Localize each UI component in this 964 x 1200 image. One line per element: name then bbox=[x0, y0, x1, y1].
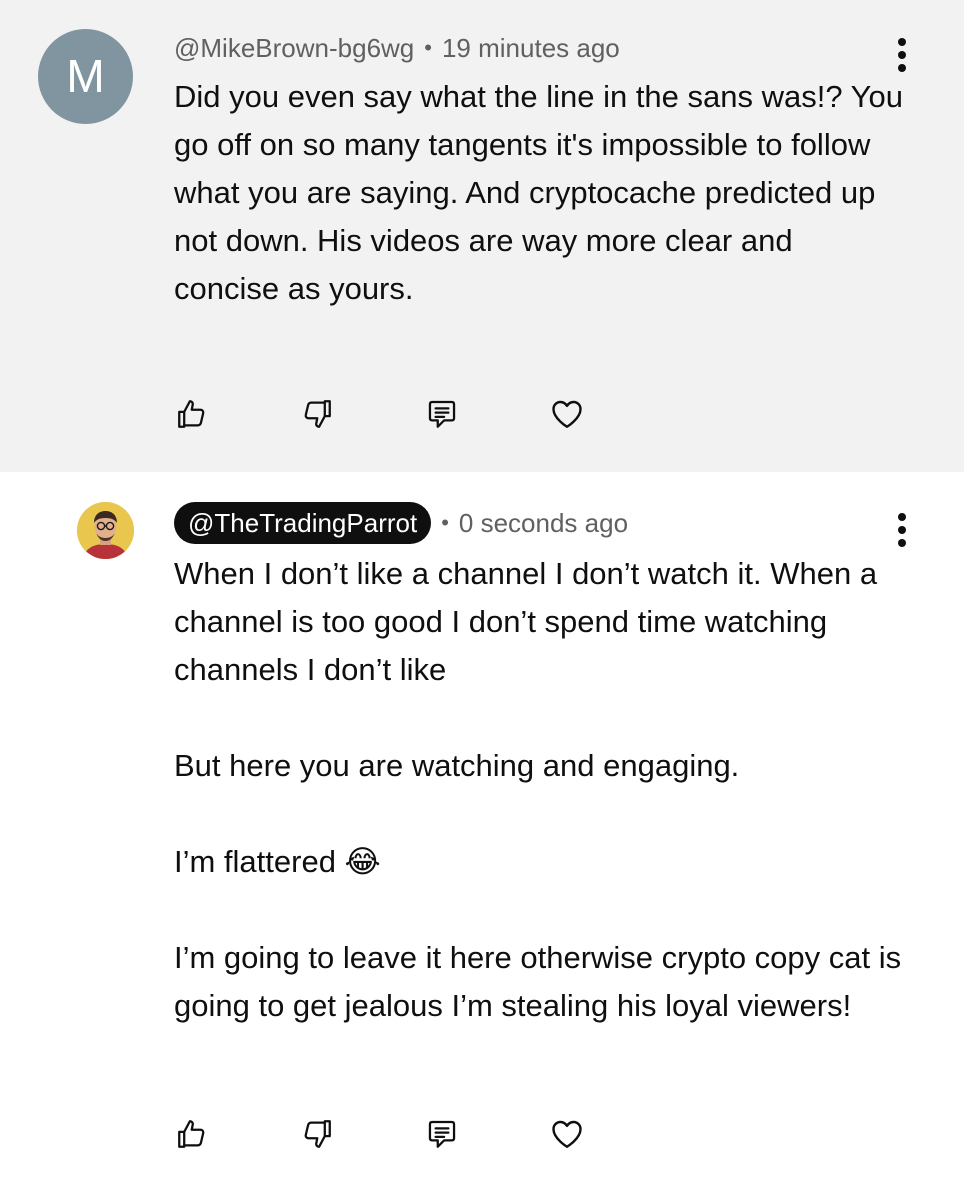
author-handle[interactable]: @MikeBrown-bg6wg bbox=[174, 33, 414, 64]
thumbs-up-icon[interactable] bbox=[174, 396, 210, 432]
reply-icon[interactable] bbox=[424, 1116, 460, 1152]
comment-text: Did you even say what the line in the sa… bbox=[174, 73, 904, 313]
comment-actions bbox=[174, 396, 674, 432]
meta-separator: • bbox=[424, 35, 432, 60]
creator-author-handle[interactable]: @TheTradingParrot bbox=[174, 502, 432, 544]
more-options-icon[interactable] bbox=[898, 513, 908, 553]
meta-separator: • bbox=[441, 510, 449, 535]
avatar[interactable]: M bbox=[38, 29, 133, 124]
comment-paragraph: When I don’t like a channel I don’t watc… bbox=[174, 556, 878, 687]
comment-paragraph: I’m going to leave it here otherwise cry… bbox=[174, 940, 902, 1023]
comment-timestamp[interactable]: 0 seconds ago bbox=[459, 508, 628, 539]
thumbs-up-icon[interactable] bbox=[174, 1116, 210, 1152]
comment-timestamp[interactable]: 19 minutes ago bbox=[442, 33, 620, 64]
comment-paragraph: But here you are watching and engaging. bbox=[174, 748, 740, 783]
comment-thread: M @MikeBrown-bg6wg • 19 minutes ago Did … bbox=[0, 0, 964, 1200]
comment-item: M @MikeBrown-bg6wg • 19 minutes ago Did … bbox=[0, 0, 964, 472]
thumbs-down-icon[interactable] bbox=[299, 396, 335, 432]
comment-text: When I don’t like a channel I don’t watc… bbox=[174, 550, 904, 1030]
thumbs-down-icon[interactable] bbox=[299, 1116, 335, 1152]
more-options-icon[interactable] bbox=[898, 38, 908, 78]
comment-paragraph: I’m flattered 😂 bbox=[174, 844, 381, 879]
heart-icon[interactable] bbox=[549, 1116, 585, 1152]
comment-paragraph: Did you even say what the line in the sa… bbox=[174, 79, 903, 306]
heart-icon[interactable] bbox=[549, 396, 585, 432]
comment-actions bbox=[174, 1116, 674, 1152]
avatar[interactable] bbox=[77, 502, 134, 559]
comment-item: @TheTradingParrot • 0 seconds ago When I… bbox=[0, 472, 964, 1200]
comment-meta: @MikeBrown-bg6wg • 19 minutes ago bbox=[174, 26, 620, 70]
reply-icon[interactable] bbox=[424, 396, 460, 432]
comment-meta: @TheTradingParrot • 0 seconds ago bbox=[174, 501, 628, 545]
